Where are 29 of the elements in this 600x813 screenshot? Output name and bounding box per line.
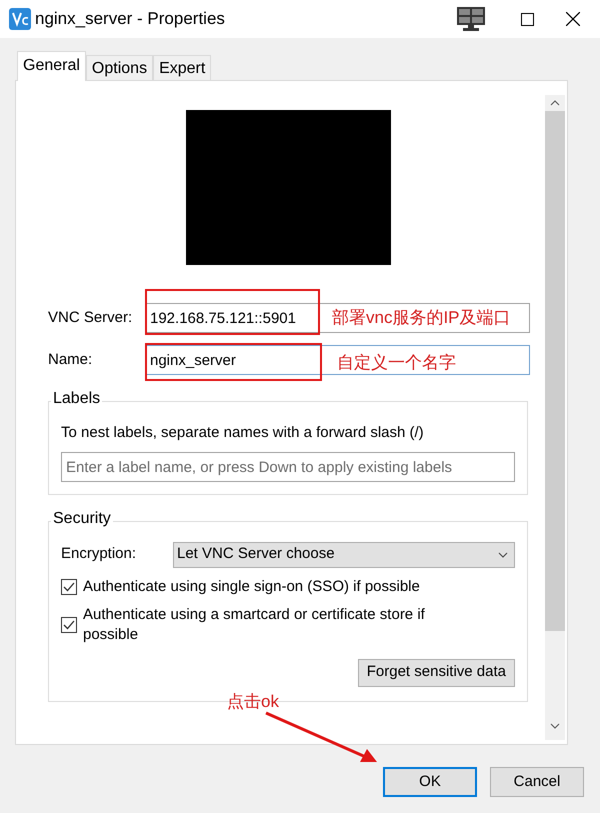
chevron-down-icon [498,552,508,558]
app-icon [9,8,31,30]
annotation-text: 自定义一个名字 [337,352,456,374]
group-title: Security [51,509,113,529]
scroll-down-icon[interactable] [550,723,560,729]
annotation-text: 部署vnc服务的IP及端口 [332,307,511,329]
monitor-icon[interactable] [457,7,485,31]
maximize-icon[interactable] [520,12,534,26]
forget-data-button[interactable]: Forget sensitive data [358,658,515,686]
scrollbar[interactable] [545,95,565,740]
label-field[interactable]: Enter a label name, or press Down to apply existing labels [61,452,515,482]
hint-text: To nest labels, separate names with a forward slash (/) [61,422,425,442]
field-label: Encryption: [61,544,138,564]
ok-button[interactable]: OK [383,767,477,797]
field-label: VNC Server: [48,308,134,328]
cancel-button[interactable]: Cancel [490,767,584,797]
encryption-dropdown[interactable]: Let VNC Server choose [173,542,515,568]
field-label: Name: [48,350,94,370]
checkbox[interactable] [61,578,77,594]
checkbox-label: Authenticate using a smartcard or certificate store if possible [83,604,426,644]
tab[interactable]: General [17,51,86,81]
annotation-text: 点击ok [227,691,279,713]
checkbox-label: Authenticate using single sign-on (SSO) if possible [83,576,421,596]
checkbox[interactable] [61,616,77,632]
scroll-up-icon[interactable] [550,100,560,106]
window-title: nginx_server - Properties [35,8,225,30]
tab[interactable]: Expert [153,55,212,80]
close-icon[interactable] [566,12,580,26]
tab[interactable]: Options [86,55,154,80]
